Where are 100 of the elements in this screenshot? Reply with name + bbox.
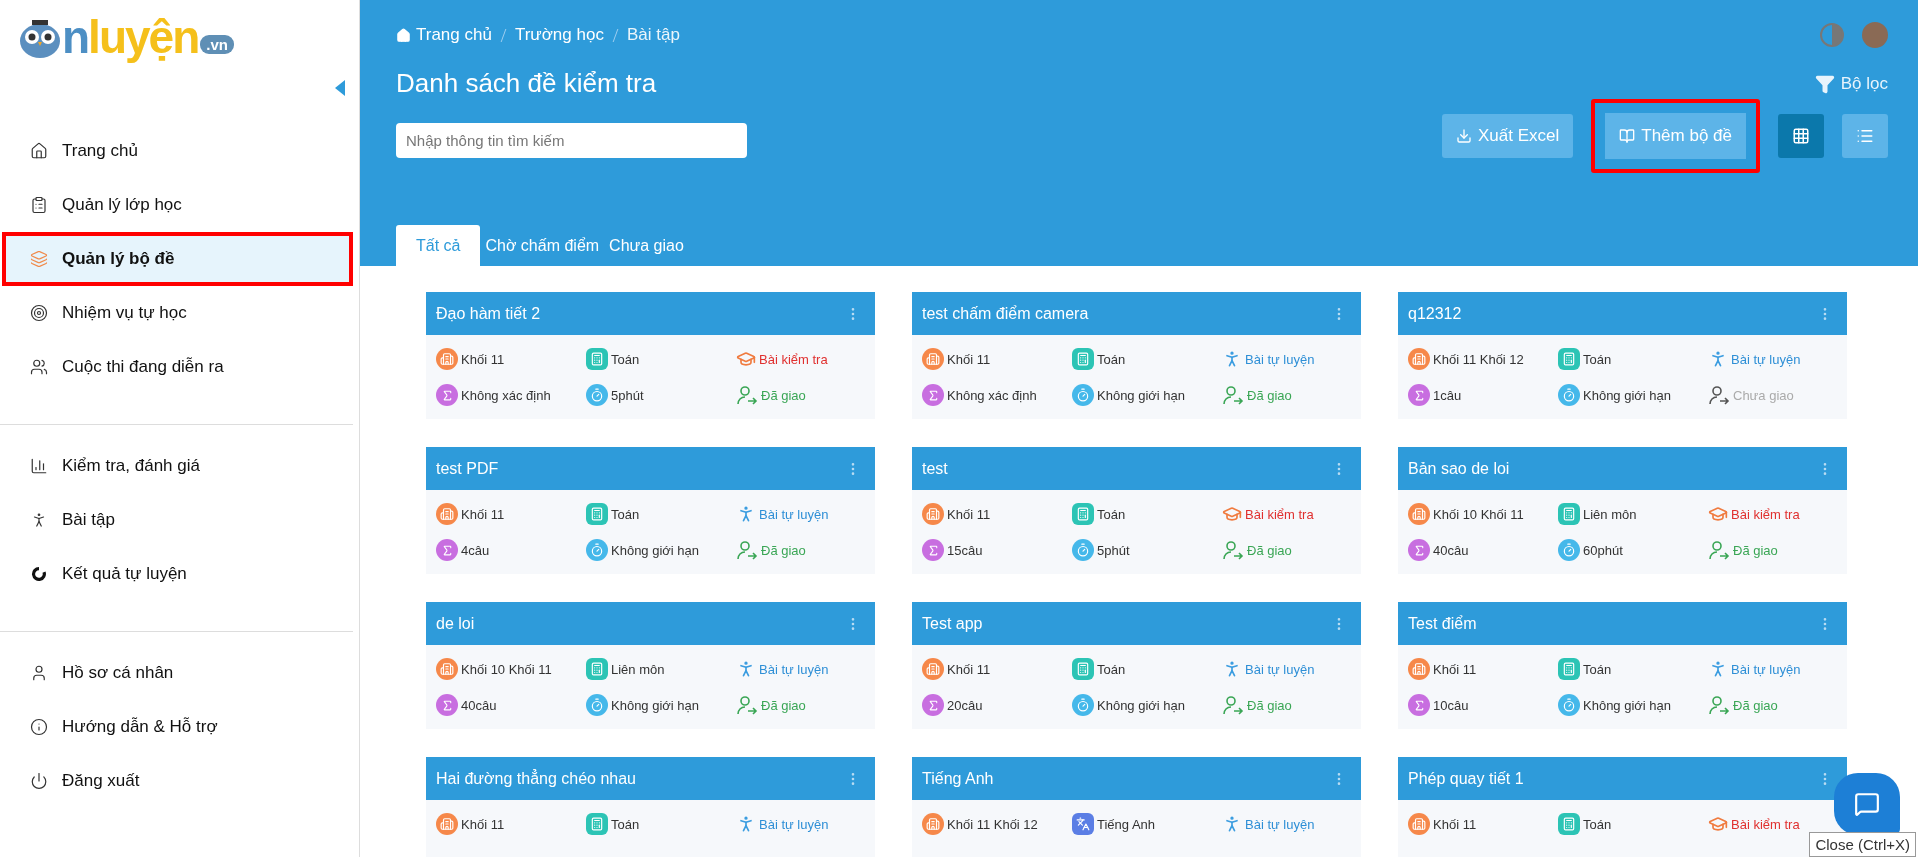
user-arrow-icon bbox=[736, 384, 758, 406]
subject-label: Liên môn bbox=[586, 658, 736, 680]
test-card[interactable]: Test điểm Khối 11 Toán Bài tự luyện 10câu Không giới hạn Đã giao bbox=[1398, 602, 1847, 729]
sidebar-item[interactable]: Quản lý bộ đề bbox=[2, 232, 353, 286]
subject-label: Toán bbox=[586, 813, 736, 835]
type-label: Bài kiểm tra bbox=[736, 348, 865, 370]
subject-label: Toán bbox=[1558, 658, 1708, 680]
calculator-icon bbox=[1562, 817, 1576, 831]
grid-view-button[interactable] bbox=[1778, 114, 1824, 158]
building-icon bbox=[440, 507, 454, 521]
grade-label: Khối 10 Khối 11 bbox=[436, 658, 586, 680]
sidebar-item[interactable]: Kiểm tra, đánh giá bbox=[2, 439, 353, 493]
sidebar-item[interactable]: Hướng dẫn & Hỗ trợ bbox=[2, 700, 353, 754]
type-label: Bài tự luyện bbox=[1708, 658, 1837, 680]
test-card[interactable]: Bản sao de loi Khối 10 Khối 11 Liên môn Bài kiểm tra 40câu 60phút Đã giao bbox=[1398, 447, 1847, 574]
stopwatch-icon bbox=[1562, 388, 1576, 402]
layers-icon bbox=[30, 250, 48, 268]
building-icon bbox=[440, 352, 454, 366]
grade-label: Khối 11 bbox=[436, 813, 586, 835]
card-title: test bbox=[922, 459, 948, 478]
contrast-icon[interactable] bbox=[1820, 23, 1844, 47]
collapse-icon[interactable] bbox=[335, 80, 345, 96]
grid-icon bbox=[1792, 127, 1810, 145]
building-icon bbox=[1412, 817, 1426, 831]
building-icon bbox=[926, 507, 940, 521]
building-icon bbox=[1412, 662, 1426, 676]
status-label: Đã giao bbox=[1708, 539, 1837, 561]
test-card[interactable]: q12312 Khối 11 Khối 12 Toán Bài tự luyện 1câu Không giới hạn Chưa giao bbox=[1398, 292, 1847, 419]
sidebar-label: Kiểm tra, đánh giá bbox=[62, 456, 200, 476]
sidebar-label: Cuộc thi đang diễn ra bbox=[62, 357, 224, 377]
avatar[interactable] bbox=[1862, 22, 1888, 48]
grade-label: Khối 11 Khối 12 bbox=[922, 813, 1072, 835]
sidebar-item[interactable]: Bài tập bbox=[2, 493, 353, 547]
stopwatch-icon bbox=[1076, 543, 1090, 557]
card-title: Tiếng Anh bbox=[922, 769, 994, 788]
user-arrow-icon bbox=[736, 694, 758, 716]
card-title: Bản sao de loi bbox=[1408, 459, 1510, 478]
type-label: Bài tự luyện bbox=[1222, 813, 1351, 835]
time-limit: Không giới hạn bbox=[586, 539, 736, 561]
grade-label: Khối 11 bbox=[922, 348, 1072, 370]
question-count: 40câu bbox=[1408, 539, 1558, 561]
sidebar-item[interactable]: Hồ sơ cá nhân bbox=[2, 646, 353, 700]
type-label: Bài tự luyện bbox=[736, 813, 865, 835]
sidebar-label: Hồ sơ cá nhân bbox=[62, 663, 174, 683]
book-icon bbox=[1619, 128, 1636, 144]
grade-label: Khối 11 bbox=[436, 503, 586, 525]
user-arrow-icon bbox=[1708, 694, 1730, 716]
card-title: Hai đường thẳng chéo nhau bbox=[436, 769, 636, 788]
graduation-cap-icon bbox=[1708, 504, 1728, 524]
test-card[interactable]: Test app Khối 11 Toán Bài tự luyện 20câu Không giới hạn Đã giao bbox=[912, 602, 1361, 729]
status-label: Đã giao bbox=[1222, 539, 1351, 561]
test-card[interactable]: test Khối 11 Toán Bài kiểm tra 15câu 5phút Đã giao bbox=[912, 447, 1361, 574]
target-icon bbox=[30, 304, 48, 322]
card-title: Test điểm bbox=[1408, 614, 1477, 633]
building-icon bbox=[440, 662, 454, 676]
grade-label: Khối 11 bbox=[1408, 813, 1558, 835]
stopwatch-icon bbox=[1562, 543, 1576, 557]
stopwatch-icon bbox=[590, 698, 604, 712]
sidebar-item[interactable]: Nhiệm vụ tự học bbox=[2, 286, 353, 340]
graduation-cap-icon bbox=[1708, 814, 1728, 834]
test-card[interactable]: de loi Khối 10 Khối 11 Liên môn Bài tự luyện 40câu Không giới hạn Đã giao bbox=[426, 602, 875, 729]
clipboard-icon bbox=[30, 196, 48, 214]
calculator-icon bbox=[1562, 352, 1576, 366]
calculator-icon bbox=[1562, 662, 1576, 676]
time-limit: 5phút bbox=[1072, 539, 1222, 561]
logo-text: n bbox=[62, 14, 89, 60]
calculator-icon bbox=[590, 507, 604, 521]
sidebar-item[interactable]: Kết quả tự luyện bbox=[2, 547, 353, 601]
subject-label: Toán bbox=[586, 503, 736, 525]
test-card[interactable]: test PDF Khối 11 Toán Bài tự luyện 4câu Không giới hạn Đã giao bbox=[426, 447, 875, 574]
sidebar-label: Trang chủ bbox=[62, 141, 138, 161]
user-arrow-icon bbox=[1222, 384, 1244, 406]
sidebar-item[interactable]: Trang chủ bbox=[2, 124, 353, 178]
building-icon bbox=[926, 817, 940, 831]
translate-icon bbox=[1076, 817, 1090, 831]
sidebar-label: Quản lý lớp học bbox=[62, 195, 182, 215]
bar-chart-icon bbox=[30, 457, 48, 475]
calculator-icon bbox=[590, 662, 604, 676]
power-icon bbox=[30, 772, 48, 790]
search-field[interactable]: Nhập thông tin tìm kiếm bbox=[396, 122, 747, 158]
chat-button[interactable] bbox=[1834, 773, 1900, 835]
logo-badge: .vn bbox=[200, 35, 234, 54]
test-card[interactable]: Tiếng Anh Khối 11 Khối 12 Tiếng Anh Bài tự luyện bbox=[912, 757, 1361, 857]
sidebar-label: Đăng xuất bbox=[62, 771, 140, 791]
filter-icon bbox=[1814, 73, 1835, 94]
graduation-cap-icon bbox=[736, 349, 756, 369]
subject-label: Toán bbox=[1072, 348, 1222, 370]
user-arrow-icon bbox=[1708, 384, 1730, 406]
test-card[interactable]: test chấm điểm camera Khối 11 Toán Bài tự luyện Không xác định Không giới hạn Đã giao bbox=[912, 292, 1361, 419]
sidebar-item[interactable]: Cuộc thi đang diễn ra bbox=[2, 340, 353, 394]
list-view-button[interactable] bbox=[1842, 114, 1888, 158]
test-card[interactable]: Đạo hàm tiết 2 Khối 11 Toán Bài kiểm tra Không xác định 5phút Đã giao bbox=[426, 292, 875, 419]
calculator-icon bbox=[1076, 507, 1090, 521]
user-arrow-icon bbox=[1222, 694, 1244, 716]
sidebar-item[interactable]: Quản lý lớp học bbox=[2, 178, 353, 232]
grade-label: Khối 11 bbox=[436, 348, 586, 370]
sidebar-item[interactable]: Đăng xuất bbox=[2, 754, 353, 808]
test-card[interactable]: Hai đường thẳng chéo nhau Khối 11 Toán Bài tự luyện bbox=[426, 757, 875, 857]
status-label: Đã giao bbox=[736, 694, 865, 716]
question-count: 4câu bbox=[436, 539, 586, 561]
